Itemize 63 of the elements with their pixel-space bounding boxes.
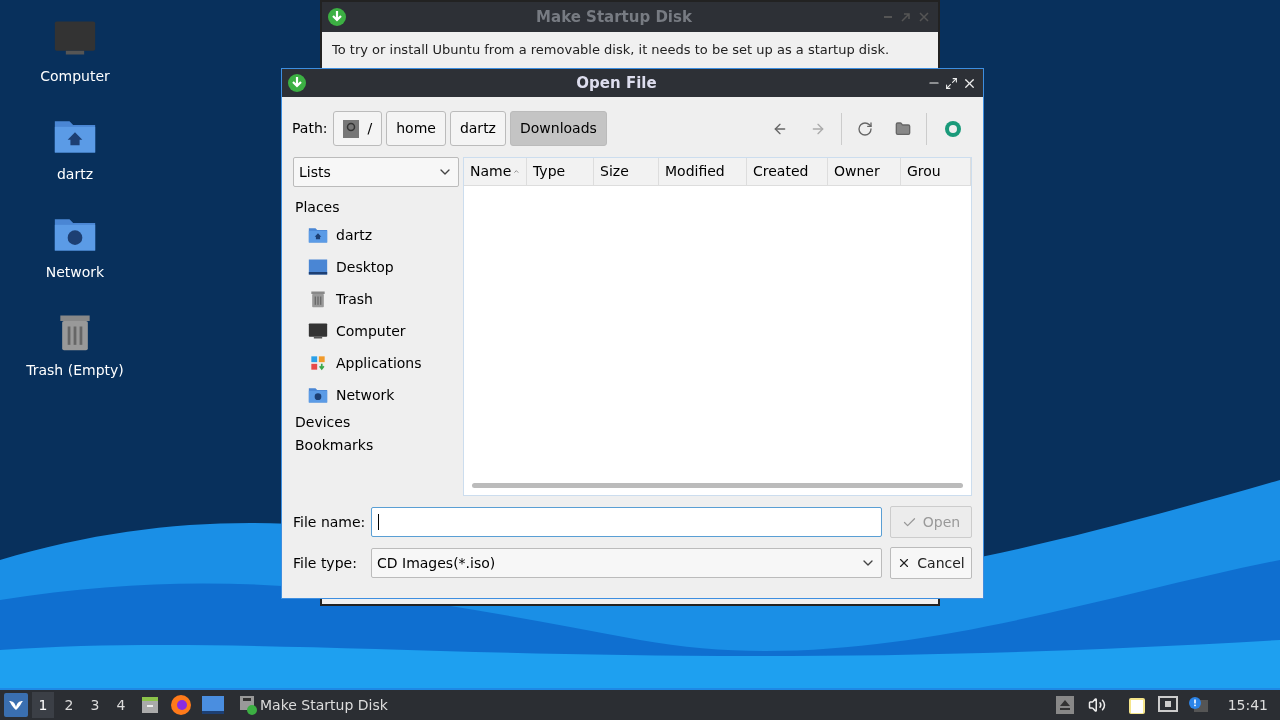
column-header[interactable]: Size (594, 158, 659, 185)
drive-icon (343, 119, 360, 138)
path-button[interactable]: home (386, 111, 446, 146)
task-button[interactable]: Make Startup Disk (236, 691, 390, 719)
column-header[interactable]: Type (527, 158, 594, 185)
desktop-icon (308, 257, 328, 277)
network-wired-icon[interactable] (1157, 696, 1178, 714)
window-controls-icon (882, 12, 932, 22)
place-item[interactable]: Trash (293, 283, 459, 315)
column-header[interactable]: Grou (901, 158, 971, 185)
download-icon (288, 74, 306, 92)
window-icon[interactable] (202, 696, 224, 714)
cancel-button[interactable]: Cancel (890, 547, 972, 579)
place-item[interactable]: Desktop (293, 251, 459, 283)
path-label: Path: (292, 119, 328, 138)
section-header[interactable]: Devices (293, 411, 459, 434)
network-folder-icon (308, 385, 328, 405)
section-header[interactable]: Places (293, 196, 459, 219)
clipboard-icon[interactable] (1127, 695, 1146, 715)
column-header[interactable]: Created (747, 158, 828, 185)
volume-icon[interactable] (1087, 696, 1106, 714)
place-item[interactable]: Applications (293, 347, 459, 379)
usb-drive-icon (238, 694, 258, 716)
path-button[interactable]: / (333, 111, 383, 146)
browser-icon[interactable] (170, 694, 192, 716)
description-text: To try or install Ubuntu from a removable disk, it needs to be set up as a startup disk. (331, 41, 891, 59)
desktop-icon-label[interactable]: Trash (Empty) (26, 360, 124, 381)
home-folder-icon (308, 225, 328, 245)
place-item[interactable]: Network (293, 379, 459, 411)
monitor-icon (308, 321, 328, 341)
place-item[interactable]: dartz (293, 219, 459, 251)
trash-icon (308, 289, 328, 309)
file-type-select[interactable]: CD Images(*.iso) (371, 548, 882, 578)
column-header[interactable]: Modified (659, 158, 747, 185)
workspace-button[interactable]: 3 (84, 692, 106, 718)
file-name-label: File name: (293, 512, 363, 532)
path-button[interactable]: dartz (449, 111, 506, 146)
download-icon (328, 8, 346, 26)
eject-icon[interactable] (1055, 696, 1074, 714)
column-header[interactable]: Name (464, 158, 527, 185)
file-type-label: File type: (293, 553, 358, 573)
workspace-button[interactable]: 4 (110, 692, 132, 718)
place-item[interactable]: Computer (293, 315, 459, 347)
desktop-icon-label[interactable]: Network (45, 262, 105, 283)
clock[interactable]: 15:41 (1227, 694, 1268, 716)
window-title: Open File (575, 72, 658, 94)
maximize-icon[interactable] (945, 76, 958, 90)
file-cabinet-icon[interactable] (140, 695, 160, 715)
workspace-button[interactable]: 1 (32, 692, 54, 718)
desktop-icon-label[interactable]: Computer (40, 66, 110, 87)
apps-icon (308, 353, 328, 373)
section-header[interactable]: Bookmarks (293, 434, 459, 457)
desktop-icon-label[interactable]: dartz (56, 164, 94, 185)
refresh-icon[interactable] (857, 120, 873, 137)
file-name-field[interactable] (371, 507, 882, 537)
workspace-button[interactable]: 2 (58, 692, 80, 718)
path-button[interactable]: Downloads (509, 111, 607, 146)
scrollbar[interactable] (472, 483, 963, 488)
new-folder-icon[interactable] (895, 120, 911, 137)
view-select[interactable]: Lists (293, 157, 459, 187)
column-header[interactable]: Owner (828, 158, 901, 185)
window-title: Make Startup Disk (535, 6, 693, 28)
notification-icon[interactable] (1187, 696, 1208, 714)
